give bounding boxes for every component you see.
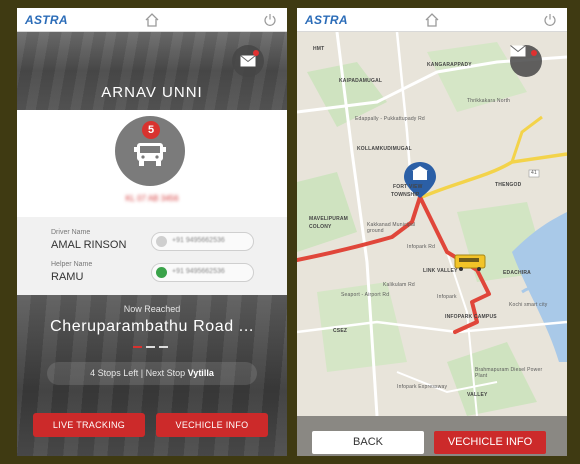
map-label-thengod: THENGOD bbox=[495, 182, 522, 188]
map-label-infopark: Infopark bbox=[437, 294, 457, 300]
page-indicator bbox=[133, 346, 169, 348]
map-label-infopark-campus: INFOPARK CAMPUS bbox=[445, 314, 497, 320]
map-label-seaport-airport: Seaport - Airport Rd bbox=[341, 292, 390, 298]
bus-number-badge: 5 bbox=[142, 121, 160, 139]
map-label-valley: VALLEY bbox=[467, 392, 488, 398]
stops-separator: | bbox=[140, 368, 144, 378]
map-label-mavelipuram: MAVELIPURAM bbox=[309, 216, 349, 222]
driver-name: AMAL RINSON bbox=[51, 239, 127, 251]
vehicle-number: KL 07 AB 3456 bbox=[125, 194, 179, 203]
app-logo: ASTRA bbox=[25, 13, 68, 27]
map-label-kaipadamugal: KAIPADAMUGAL bbox=[339, 78, 383, 84]
mail-icon bbox=[240, 55, 256, 67]
vehicle-info-button[interactable]: VECHICLE INFO bbox=[434, 431, 546, 454]
driver-label: Driver Name bbox=[51, 229, 91, 236]
driver-header-banner: ARNAV UNNI bbox=[17, 32, 287, 110]
map-label-kochi-smart-city: Kochi smart city bbox=[509, 302, 548, 308]
map-label-colony: COLONY bbox=[309, 224, 332, 230]
driver-call-button[interactable]: +91 9495662536 bbox=[151, 232, 254, 251]
home-icon[interactable] bbox=[424, 12, 440, 28]
crew-section: Driver Name AMAL RINSON +91 9495662536 H… bbox=[17, 217, 287, 295]
home-icon[interactable] bbox=[144, 12, 160, 28]
student-name: ARNAV UNNI bbox=[101, 84, 203, 101]
back-button[interactable]: BACK bbox=[312, 431, 424, 454]
helper-label: Helper Name bbox=[51, 261, 93, 268]
top-bar: ASTRA bbox=[297, 8, 567, 32]
map-label-edappally: Edappally - Pukkattupady Rd bbox=[355, 116, 425, 122]
trip-status-panel: Now Reached Cheruparambathu Road ... 4 S… bbox=[17, 295, 287, 456]
current-stop-name: Cheruparambathu Road ... bbox=[50, 318, 254, 335]
map-label-brahmapuram: Brahmapuram Diesel Power Plant bbox=[475, 367, 543, 379]
notification-dot bbox=[531, 50, 537, 56]
vehicle-info-card: 5 KL 07 AB 3456 Driver Name AMAL RINSON … bbox=[17, 110, 287, 295]
next-stop-name: Vytilla bbox=[187, 368, 214, 378]
bus-icon bbox=[134, 143, 166, 166]
map-label-fort-view: FORT VIEW bbox=[393, 184, 423, 190]
map-label-township: TOWNSHIP bbox=[391, 192, 420, 198]
next-stop-label: Next Stop bbox=[145, 368, 186, 378]
mail-button[interactable] bbox=[510, 45, 542, 77]
vehicle-info-button[interactable]: VECHICLE INFO bbox=[156, 413, 268, 437]
map-label-thrikkakara-north: Thrikkakara North bbox=[467, 98, 511, 104]
helper-call-button[interactable]: +91 9495662536 bbox=[151, 263, 254, 282]
top-bar: ASTRA bbox=[17, 8, 287, 32]
phone-icon bbox=[156, 267, 167, 278]
phone-icon bbox=[156, 236, 167, 247]
map-label-kakkanad: Kakkanad Municipal ground bbox=[367, 222, 416, 234]
power-icon[interactable] bbox=[543, 13, 557, 27]
map-label-edachira: EDACHIRA bbox=[503, 270, 531, 276]
stops-summary: 4 Stops Left | Next Stop Vytilla bbox=[47, 362, 257, 385]
map-label-hmt: HMT bbox=[313, 46, 325, 52]
live-tracking-button[interactable]: LIVE TRACKING bbox=[33, 413, 145, 437]
stops-left: 4 Stops Left bbox=[90, 368, 139, 378]
map-label-infopark-expressway: Infopark Expressway bbox=[397, 384, 448, 390]
bus-status-screen: ASTRA ARNAV UNNI 5 KL 07 AB 3456 Driver … bbox=[17, 8, 287, 456]
page-dot bbox=[146, 346, 155, 348]
map-label-csez: CSEZ bbox=[333, 328, 348, 334]
live-tracking-screen: ASTRA HMT KAIPADAMUGAL KANGARAPPADY Thri… bbox=[297, 8, 567, 456]
map-label-infopark-rd: Infopark Rd bbox=[407, 244, 436, 250]
map-label-kollamkudimugal: KOLLAMKUDIMUGAL bbox=[357, 146, 412, 152]
highway-41-shield: 41 bbox=[531, 170, 537, 176]
map-label-kalikulam: Kalikulam Rd bbox=[383, 282, 415, 288]
app-logo: ASTRA bbox=[305, 13, 348, 27]
route-map[interactable]: HMT KAIPADAMUGAL KANGARAPPADY Thrikkakar… bbox=[297, 32, 567, 456]
power-icon[interactable] bbox=[263, 13, 277, 27]
helper-name: RAMU bbox=[51, 271, 84, 283]
map-label-link-valley: LINK VALLEY bbox=[423, 268, 458, 274]
helper-phone: +91 9495662536 bbox=[172, 268, 225, 275]
driver-phone: +91 9495662536 bbox=[172, 237, 225, 244]
mail-icon bbox=[510, 45, 526, 57]
map-label-kangarappady: KANGARAPPADY bbox=[427, 62, 472, 68]
page-dot bbox=[159, 346, 168, 348]
notification-dot bbox=[253, 50, 259, 56]
page-dot-active bbox=[133, 346, 142, 348]
mail-button[interactable] bbox=[232, 45, 264, 77]
now-reached-label: Now Reached bbox=[123, 304, 181, 314]
